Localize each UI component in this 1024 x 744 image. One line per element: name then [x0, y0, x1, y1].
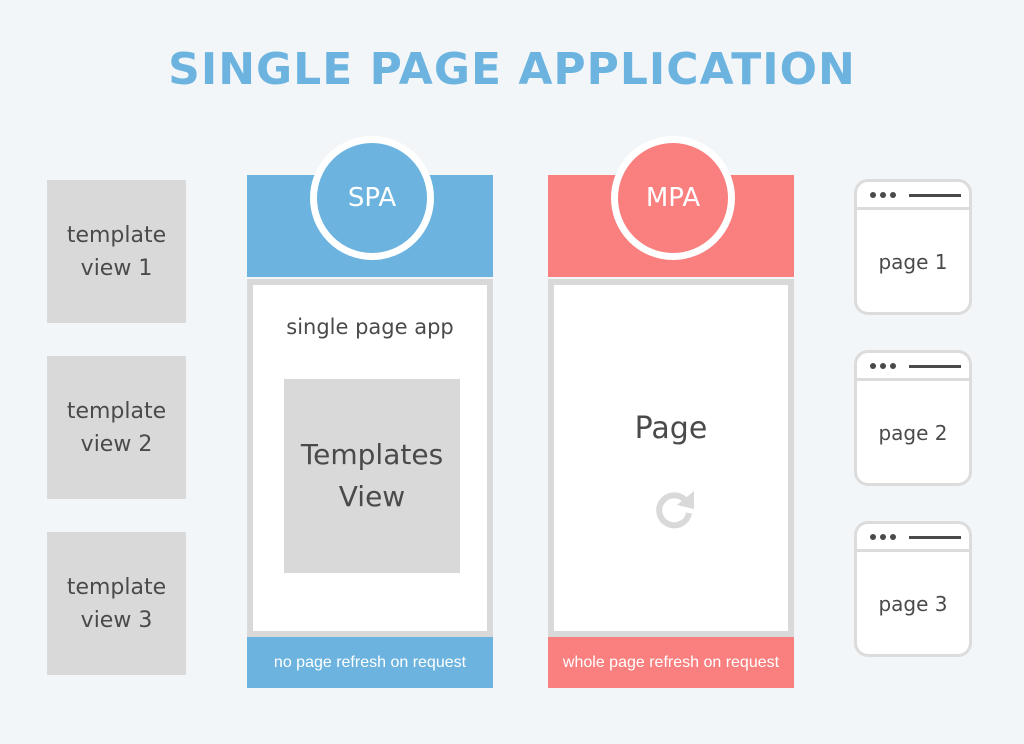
template-view-label: view 3: [80, 607, 153, 633]
spa-badge: SPA: [310, 136, 434, 260]
page-card-2: page 2: [854, 350, 972, 486]
templates-view-label: View: [338, 480, 406, 513]
mpa-footer: whole page refresh on request: [548, 637, 794, 688]
template-view-label: view 1: [80, 255, 153, 281]
template-view-label: template: [66, 398, 167, 424]
browser-bar: [857, 524, 969, 552]
template-view-label: template: [66, 574, 167, 600]
templates-view-box: Templates View: [284, 379, 460, 573]
window-dots-icon: [870, 192, 896, 198]
address-line-icon: [909, 365, 961, 368]
templates-view-label: Templates: [300, 438, 444, 471]
refresh-icon: [656, 491, 694, 529]
address-line-icon: [909, 194, 961, 197]
spa-footer: no page refresh on request: [247, 637, 493, 688]
browser-bar: [857, 182, 969, 210]
template-view-label: view 2: [80, 431, 153, 457]
template-view-1: template view 1: [47, 180, 186, 323]
page-card-1: page 1: [854, 179, 972, 315]
window-dots-icon: [870, 363, 896, 369]
page-card-label: page 3: [878, 592, 948, 616]
page-card-label: page 1: [878, 250, 948, 274]
spa-subtitle: single page app: [286, 315, 454, 339]
page-title: SINGLE PAGE APPLICATION: [168, 44, 856, 95]
spa-body: single page app Templates View: [247, 279, 493, 637]
mpa-body: Page: [548, 279, 794, 637]
template-view-3: template view 3: [47, 532, 186, 675]
address-line-icon: [909, 536, 961, 539]
template-view-label: template: [66, 222, 167, 248]
mpa-badge: MPA: [611, 136, 735, 260]
page-card-label: page 2: [878, 421, 948, 445]
page-card-3: page 3: [854, 521, 972, 657]
template-view-2: template view 2: [47, 356, 186, 499]
browser-bar: [857, 353, 969, 381]
window-dots-icon: [870, 534, 896, 540]
mpa-page-label: Page: [634, 411, 708, 446]
